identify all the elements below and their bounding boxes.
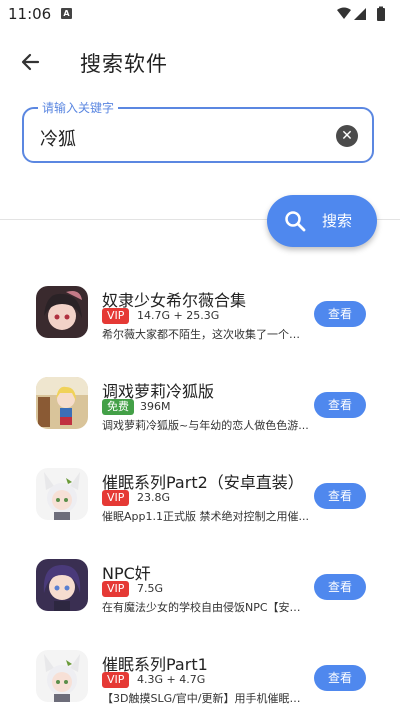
header: 搜索软件 xyxy=(0,30,400,96)
search-button[interactable]: 搜索 xyxy=(267,195,377,247)
vip-badge: VIP xyxy=(102,308,130,324)
app-description: 希尔薇大家都不陌生，这次收集了一个小... xyxy=(102,328,310,341)
vip-badge: VIP xyxy=(102,581,130,597)
free-badge: 免费 xyxy=(102,399,134,415)
vip-badge: VIP xyxy=(102,672,130,688)
app-size: 396M xyxy=(140,400,171,413)
wifi-signal-battery-icon xyxy=(337,6,385,21)
app-size: 14.7G + 25.3G xyxy=(137,309,220,322)
status-time: 11:06 xyxy=(8,5,52,23)
app-description: 调戏萝莉冷狐版~与年幼的恋人做色色游... xyxy=(102,419,309,432)
view-button[interactable]: 查看 xyxy=(314,392,366,418)
app-title: 催眠系列Part2（安卓直装） xyxy=(102,473,304,492)
app-size: 23.8G xyxy=(137,491,171,504)
view-button[interactable]: 查看 xyxy=(314,301,366,327)
list-item[interactable]: 调戏萝莉冷狐版 免费 396M 调戏萝莉冷狐版~与年幼的恋人做色色游... 查看 xyxy=(0,361,400,451)
list-item[interactable]: NPC奸 VIP 7.5G 在有魔法少女的学校自由侵饭NPC【安卓... 查看 xyxy=(0,543,400,633)
app-description: 催眠App1.1正式版 禁术绝对控制之用催... xyxy=(102,510,309,523)
clear-icon[interactable]: ✕ xyxy=(336,125,358,147)
app-description: 【3D触摸SLG/官中/更新】用手机催眠偶... xyxy=(102,692,310,705)
status-bar: 11:06 A xyxy=(0,0,400,30)
search-button-label: 搜索 xyxy=(322,212,353,230)
view-button[interactable]: 查看 xyxy=(314,483,366,509)
anime-girl-purple-hair-icon xyxy=(36,559,88,611)
status-indicators xyxy=(336,6,388,26)
search-input[interactable]: 冷狐 xyxy=(40,125,76,151)
search-field-label: 请输入关键字 xyxy=(38,99,119,116)
list-item[interactable]: 催眠系列Part2（安卓直装） VIP 23.8G 催眠App1.1正式版 禁术… xyxy=(0,452,400,542)
anime-girl-room-icon xyxy=(36,377,88,429)
view-button[interactable]: 查看 xyxy=(314,665,366,691)
page-title: 搜索软件 xyxy=(80,52,168,76)
notification-icon: A xyxy=(61,8,72,19)
vip-badge: VIP xyxy=(102,490,130,506)
catgirl-icon xyxy=(36,468,88,520)
view-button[interactable]: 查看 xyxy=(314,574,366,600)
app-size: 7.5G xyxy=(137,582,164,595)
search-icon xyxy=(283,209,307,233)
list-item[interactable]: 奴隶少女希尔薇合集 VIP 14.7G + 25.3G 希尔薇大家都不陌生，这次… xyxy=(0,270,400,360)
back-arrow-icon[interactable] xyxy=(16,47,46,77)
anime-girl-dark-icon xyxy=(36,286,88,338)
search-field[interactable]: 请输入关键字 冷狐 ✕ xyxy=(22,99,374,163)
catgirl-icon xyxy=(36,650,88,702)
app-description: 在有魔法少女的学校自由侵饭NPC【安卓... xyxy=(102,601,310,614)
app-size: 4.3G + 4.7G xyxy=(137,673,206,686)
